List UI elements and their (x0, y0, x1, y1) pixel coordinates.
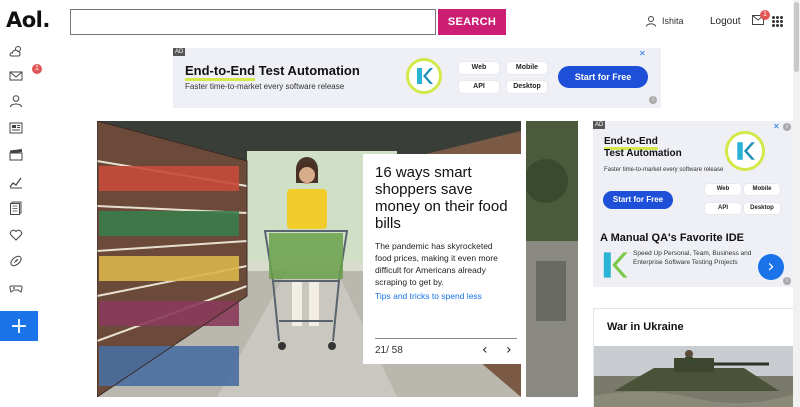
ad-pill-mobile: Mobile (507, 62, 547, 74)
story-link[interactable]: Tips and tricks to spend less (375, 291, 509, 301)
story-title[interactable]: 16 ways smart shoppers save money on the… (375, 164, 509, 232)
mail-badge: 1 (32, 64, 42, 74)
ad-arrow-button[interactable]: › (758, 254, 784, 280)
logout-link[interactable]: Logout (710, 16, 741, 27)
story-card[interactable]: 16 ways smart shoppers save money on the… (363, 154, 521, 364)
war-image[interactable] (594, 346, 794, 407)
ad-info-icon[interactable]: i (649, 96, 657, 104)
ad-label: AD (173, 48, 186, 56)
aol-logo[interactable]: Aol. (6, 8, 50, 32)
ad-subtitle: Faster time-to-market every software rel… (185, 82, 345, 91)
top-bar: Aol. SEARCH Ishita Logout 1 (0, 0, 800, 44)
ad-pill-api: API (705, 203, 741, 214)
scrollbar-thumb[interactable] (794, 2, 799, 72)
ad-close-icon[interactable]: ✕ (773, 122, 780, 131)
ad-cta-button[interactable]: Start for Free (603, 191, 673, 209)
next-slide-preview[interactable] (526, 121, 578, 397)
games-icon[interactable] (9, 281, 23, 295)
prev-arrow-icon[interactable]: ‹ (482, 342, 488, 358)
articles-icon[interactable] (9, 201, 23, 215)
add-button[interactable]: + (0, 311, 38, 341)
ad-pill-mobile: Mobile (744, 184, 780, 195)
story-description: The pandemic has skyrocketed food prices… (375, 241, 498, 287)
user-menu[interactable]: Ishita (645, 15, 684, 27)
ad-pill-desktop: Desktop (507, 81, 547, 93)
katalon-logo-icon (725, 131, 765, 171)
ad-info-icon[interactable]: i (783, 277, 791, 285)
ad-cta-button[interactable]: Start for Free (558, 66, 648, 88)
mail-icon[interactable] (9, 69, 23, 83)
search-button[interactable]: SEARCH (438, 9, 506, 35)
slide-counter: 21/ 58 (375, 345, 403, 356)
katalon-logo-icon (406, 58, 442, 94)
katalon-k-icon (603, 252, 628, 278)
war-in-ukraine-card[interactable]: War in Ukraine (593, 308, 795, 407)
mail-count-badge: 1 (760, 10, 770, 20)
ad-pill-web: Web (705, 184, 741, 195)
ad-pill-web: Web (459, 62, 499, 74)
next-arrow-icon[interactable]: › (506, 342, 512, 358)
top-ad-banner[interactable]: AD ✕ i End-to-End Test Automation Faster… (173, 48, 661, 108)
ad-headline: End-to-End Test Automation (185, 63, 360, 81)
news-icon[interactable] (9, 121, 23, 135)
section-title[interactable]: War in Ukraine (607, 321, 684, 333)
user-name: Ishita (662, 16, 684, 26)
ad-pill-desktop: Desktop (744, 203, 780, 214)
health-icon[interactable] (9, 228, 23, 242)
sports-icon[interactable] (9, 254, 23, 268)
apps-grid-icon[interactable] (772, 16, 783, 27)
divider (375, 338, 517, 339)
ad-pill-api: API (459, 81, 499, 93)
ad-label: AD (593, 121, 606, 129)
ad-close-icon[interactable]: ✕ (639, 49, 646, 58)
side-ad[interactable]: AD ✕ i End-to-End Test Automation Faster … (593, 121, 795, 287)
ad-info-icon[interactable]: i (783, 123, 791, 131)
ad-secondary-text: Speed Up Personal, Team, Business and En… (633, 250, 752, 266)
ad-secondary-title: A Manual QA's Favorite IDE (600, 232, 745, 244)
entertainment-icon[interactable] (9, 148, 23, 162)
finance-icon[interactable] (9, 175, 23, 189)
ad-subtitle: Faster time-to-market every software rel… (604, 167, 724, 173)
weather-icon[interactable] (9, 44, 23, 58)
user-icon (646, 16, 656, 27)
user-icon[interactable] (9, 94, 23, 108)
ad-headline: End-to-End Test Automation (604, 136, 682, 159)
search-input[interactable] (70, 9, 436, 35)
